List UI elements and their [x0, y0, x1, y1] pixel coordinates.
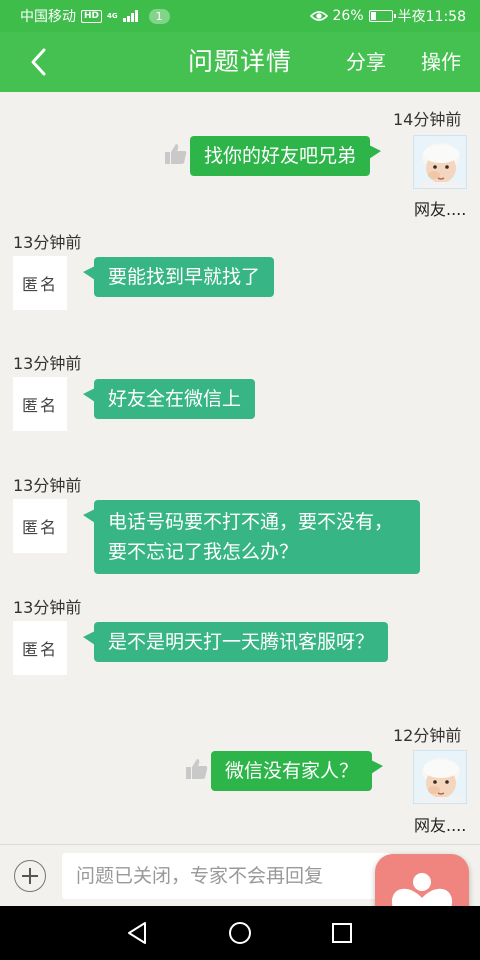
operate-button[interactable]: 操作: [421, 32, 461, 92]
reply-input[interactable]: 问题已关闭，专家不会再回复: [62, 853, 392, 899]
message-time: 14分钟前: [393, 110, 462, 129]
baby-avatar-icon: [414, 751, 466, 803]
plus-icon[interactable]: [14, 860, 46, 892]
message-time: 13分钟前: [13, 354, 82, 373]
like-icon[interactable]: [185, 758, 209, 780]
like-icon[interactable]: [164, 143, 188, 165]
avatar[interactable]: [413, 750, 467, 804]
anonymous-avatar[interactable]: 匿名: [13, 499, 67, 553]
nav-recent-icon[interactable]: [328, 919, 356, 947]
message-time: 13分钟前: [13, 233, 82, 252]
share-button[interactable]: 分享: [346, 32, 386, 92]
baby-avatar-icon: [414, 136, 466, 188]
battery-fill: [370, 12, 376, 20]
username: 网友....: [414, 200, 467, 219]
anonymous-avatar[interactable]: 匿名: [13, 256, 67, 310]
signal-icon: [122, 10, 138, 22]
hd-badge: HD: [81, 9, 103, 23]
carrier-label: 中国移动: [20, 9, 76, 25]
battery-icon: [368, 10, 396, 22]
message-time: 13分钟前: [13, 598, 82, 617]
message-bubble[interactable]: 电话号码要不打不通，要不没有，要不忘记了我怎么办？: [83, 500, 420, 574]
notification-badge: 1: [148, 8, 170, 24]
message-bubble[interactable]: 是不是明天打一天腾讯客服呀？: [82, 622, 389, 662]
message-time: 12分钟前: [393, 726, 462, 745]
username: 网友....: [414, 816, 467, 835]
eye-icon: [309, 11, 328, 21]
anonymous-avatar[interactable]: 匿名: [13, 377, 67, 431]
network-type: 4G: [107, 12, 118, 20]
header-bar: 问题详情 分享 操作: [0, 32, 480, 92]
nav-home-icon[interactable]: [226, 919, 254, 947]
message-bubble[interactable]: 好友全在微信上: [82, 379, 256, 419]
status-bar: 中国移动 HD 4G 1 26% 半夜11:58: [0, 0, 480, 32]
chat-list[interactable]: 14分钟前 找你的好友吧兄弟 网友.... 13分钟前 匿名 要能找到早就找了 …: [0, 92, 480, 844]
message-time: 13分钟前: [13, 476, 82, 495]
message-bubble[interactable]: 找你的好友吧兄弟: [190, 136, 382, 176]
page-title: 问题详情: [187, 47, 292, 76]
message-bubble[interactable]: 要能找到早就找了: [82, 257, 275, 297]
clock: 半夜11:58: [397, 9, 466, 25]
message-bubble[interactable]: 微信没有家人？: [211, 751, 384, 791]
system-nav-bar: [0, 906, 480, 960]
anonymous-avatar[interactable]: 匿名: [13, 621, 67, 675]
nav-back-icon[interactable]: [124, 919, 152, 947]
avatar[interactable]: [413, 135, 467, 189]
battery-percent: 26%: [332, 8, 364, 24]
